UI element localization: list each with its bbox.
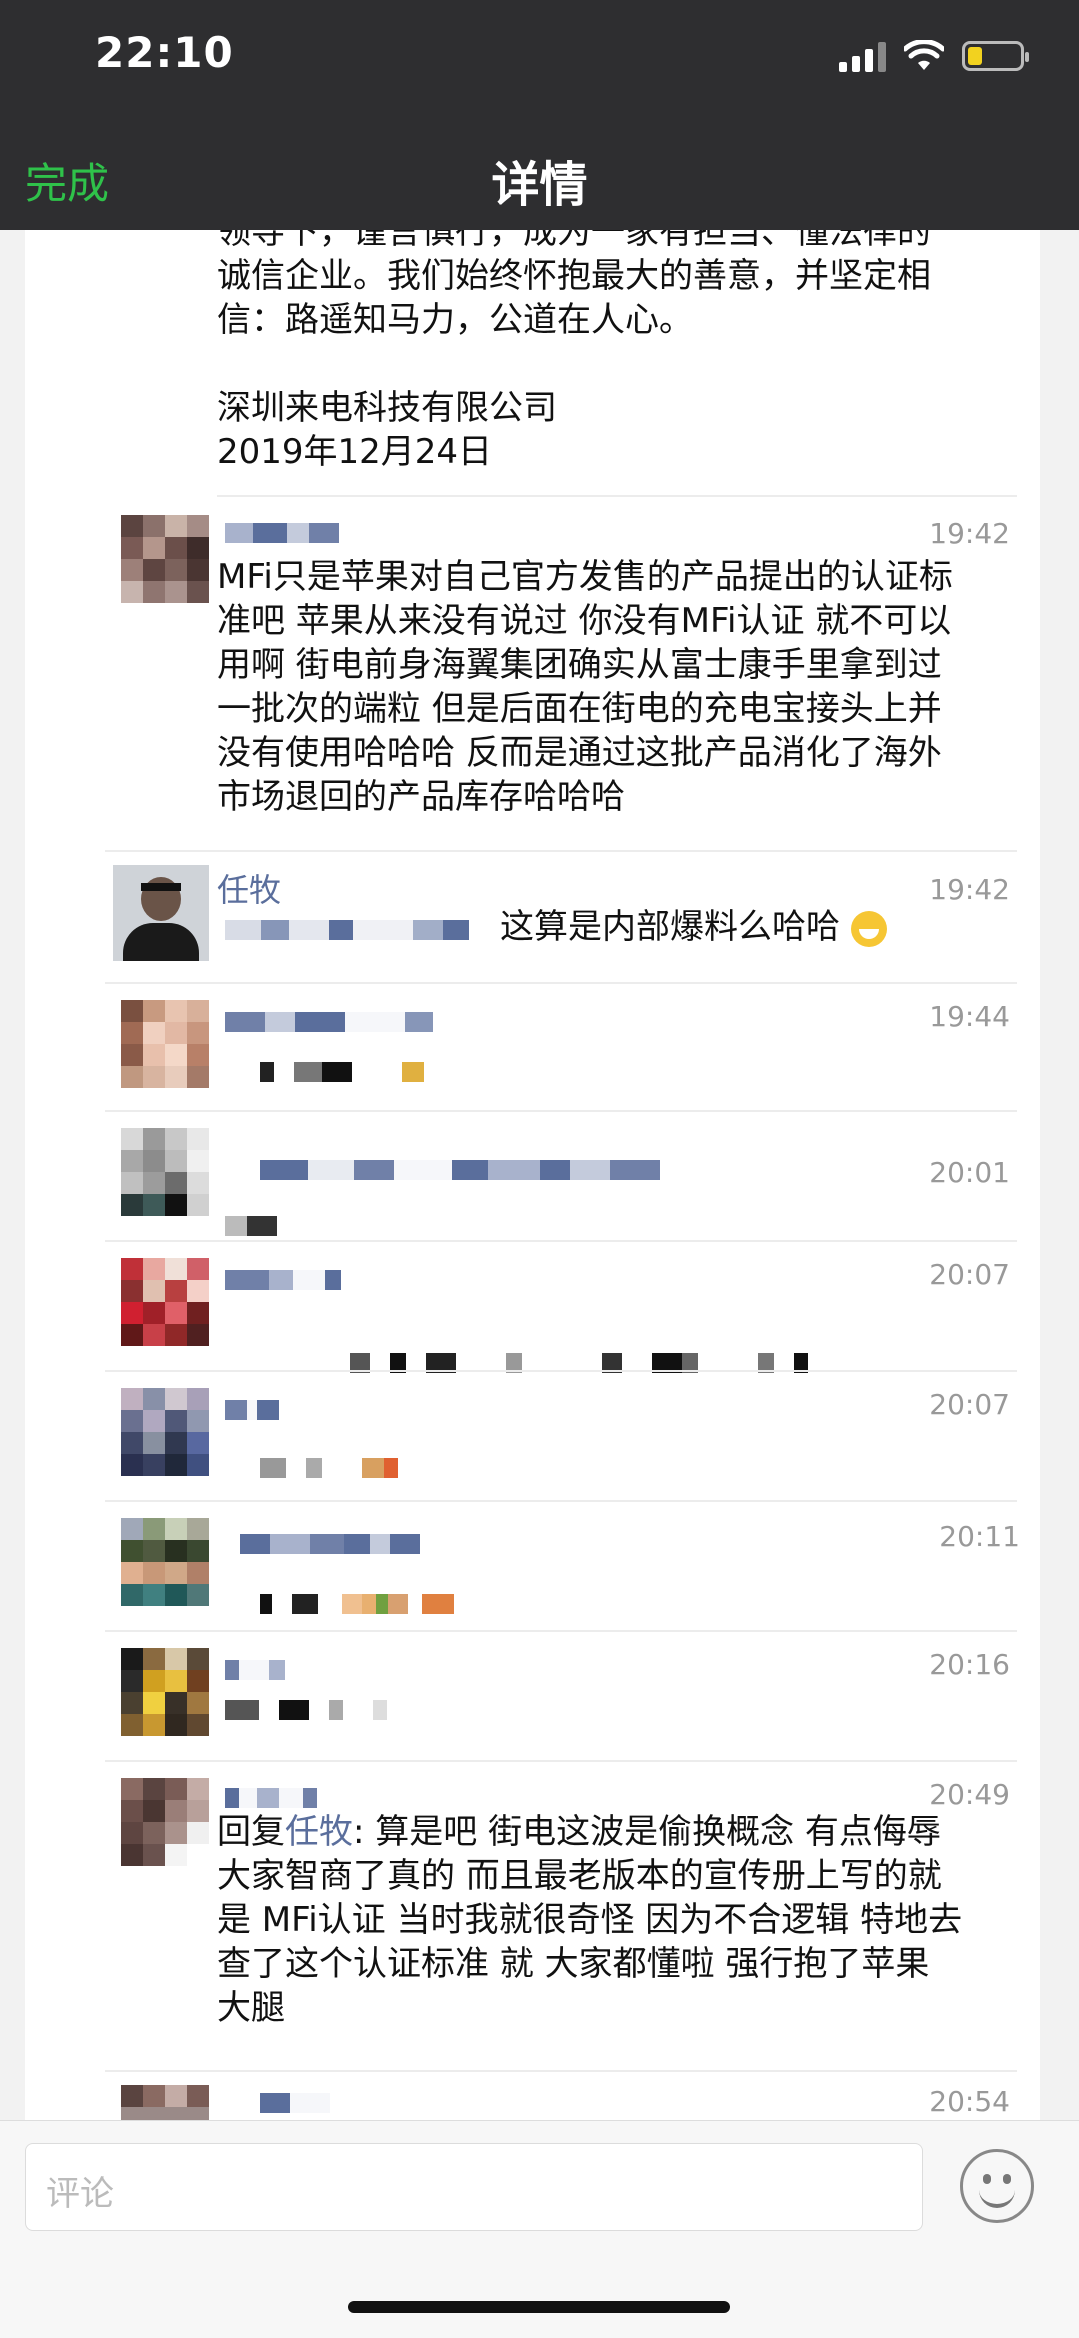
home-indicator[interactable] xyxy=(348,2301,730,2313)
avatar[interactable] xyxy=(121,1000,209,1088)
blurred-name xyxy=(240,1534,420,1554)
divider xyxy=(105,1370,1017,1372)
divider xyxy=(105,1110,1017,1112)
wifi-icon xyxy=(904,40,944,70)
avatar[interactable] xyxy=(121,1648,209,1736)
avatar[interactable] xyxy=(121,1128,209,1216)
divider xyxy=(105,982,1017,984)
divider xyxy=(217,495,1017,497)
blurred-name xyxy=(225,1660,285,1680)
article-line xyxy=(217,342,1017,386)
grinning-emoji-icon xyxy=(850,910,887,947)
article-line: 诚信企业。我们始终怀抱最大的善意，并坚定相 xyxy=(217,256,931,296)
comment-time: 19:42 xyxy=(929,517,1010,550)
blurred-name xyxy=(225,1788,317,1808)
blurred-name xyxy=(225,1270,341,1290)
avatar[interactable] xyxy=(121,1258,209,1346)
article-line: 领导下，谨言慎行，成为一家有担当、懂法律的 xyxy=(217,230,931,252)
reply-prefix: 回复 xyxy=(217,1812,285,1852)
page-title: 详情 xyxy=(491,157,588,213)
nav-bar: 完成 详情 xyxy=(0,120,1079,230)
comment-time: 20:49 xyxy=(929,1778,1010,1811)
article-line: 深圳来电科技有限公司 xyxy=(217,388,557,428)
avatar[interactable] xyxy=(121,2085,209,2120)
blurred-name xyxy=(225,1400,279,1420)
blurred-text xyxy=(225,920,469,940)
blurred-text xyxy=(225,1216,277,1236)
avatar[interactable] xyxy=(121,1518,209,1606)
comment-time: 20:01 xyxy=(929,1156,1010,1189)
divider xyxy=(105,1760,1017,1762)
comment-text: MFi只是苹果对自己官方发售的产品提出的认证标 准吧 苹果从来没有说过 你没有M… xyxy=(217,557,953,817)
status-icons xyxy=(839,40,1029,72)
blurred-text xyxy=(260,1062,424,1082)
reply-mention[interactable]: 任牧 xyxy=(285,1812,353,1852)
comment-input-bar: 评论 xyxy=(0,2120,1079,2338)
avatar[interactable] xyxy=(121,1778,209,1866)
status-bar: 22:10 xyxy=(0,0,1079,120)
blurred-name xyxy=(225,523,339,543)
article-line: 信：路遥知马力，公道在人心。 xyxy=(217,300,693,340)
comment-text: 回复任牧: 算是吧 街电这波是偷换概念 有点侮辱 大家智商了真的 而且最老版本的… xyxy=(217,1812,963,2028)
comment-time: 20:16 xyxy=(929,1648,1010,1681)
divider xyxy=(105,1500,1017,1502)
article-line: 2019年12月24日 xyxy=(217,432,493,472)
comment-time: 19:44 xyxy=(929,1000,1010,1033)
comment-time: 20:07 xyxy=(929,1388,1010,1421)
commenter-name[interactable]: 任牧 xyxy=(217,865,281,911)
comment-list[interactable]: 领导下，谨言慎行，成为一家有担当、懂法律的 诚信企业。我们始终怀抱最大的善意，并… xyxy=(25,230,1040,2120)
avatar[interactable] xyxy=(121,1388,209,1476)
comment-time: 20:11 xyxy=(939,1520,1020,1553)
divider xyxy=(105,2070,1017,2072)
comment-input-placeholder: 评论 xyxy=(46,2174,114,2214)
blurred-text xyxy=(260,1594,454,1614)
blurred-name xyxy=(225,1012,433,1032)
divider xyxy=(105,1240,1017,1242)
blurred-name xyxy=(260,2093,330,2113)
blurred-text xyxy=(225,1700,387,1720)
comment-input[interactable]: 评论 xyxy=(25,2143,923,2231)
comment-time: 20:07 xyxy=(929,1258,1010,1291)
blurred-text xyxy=(260,1458,398,1478)
comment-text: 这算是内部爆料么哈哈 xyxy=(500,905,887,949)
cellular-signal-icon xyxy=(839,40,886,72)
comment-time: 19:42 xyxy=(929,873,1010,906)
comment-time: 20:54 xyxy=(929,2085,1010,2118)
blurred-name xyxy=(260,1160,660,1180)
divider xyxy=(105,850,1017,852)
divider xyxy=(105,1630,1017,1632)
article-text: 领导下，谨言慎行，成为一家有担当、懂法律的 诚信企业。我们始终怀抱最大的善意，并… xyxy=(217,230,1017,474)
avatar[interactable] xyxy=(113,865,209,961)
emoji-button-icon[interactable] xyxy=(960,2149,1034,2223)
battery-icon xyxy=(962,41,1029,71)
avatar[interactable] xyxy=(121,515,209,603)
status-time: 22:10 xyxy=(95,28,234,77)
